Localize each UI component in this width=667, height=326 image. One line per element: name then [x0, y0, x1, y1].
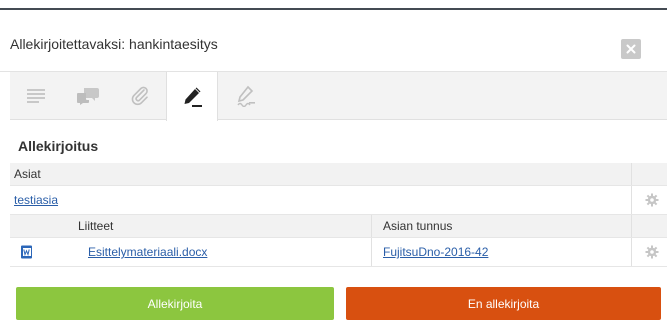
section-title: Allekirjoitus — [18, 138, 99, 154]
close-button[interactable] — [621, 39, 641, 59]
attachments-header-row: Liitteet Asian tunnus — [10, 215, 667, 238]
text-lines-icon — [27, 89, 45, 103]
sign-pen-icon — [184, 87, 202, 107]
table-header-row: Asiat — [10, 163, 667, 186]
tab-text[interactable] — [10, 72, 62, 120]
tab-signed[interactable] — [220, 72, 272, 120]
tab-sign[interactable] — [166, 72, 218, 121]
top-strip — [0, 0, 667, 8]
signed-document-icon — [237, 85, 255, 107]
tab-attachments[interactable] — [114, 72, 166, 120]
gear-icon[interactable] — [645, 245, 659, 259]
close-icon — [626, 44, 636, 54]
cases-header: Asiat — [14, 167, 41, 181]
dialog-header: Allekirjoitettavaksi: hankintaesitys — [0, 10, 667, 72]
column-divider — [631, 163, 632, 185]
sign-button[interactable]: Allekirjoita — [16, 287, 334, 320]
column-divider — [631, 215, 632, 237]
case-link[interactable]: testiasia — [14, 193, 58, 207]
dialog-title: Allekirjoitettavaksi: hankintaesitys — [10, 36, 218, 52]
decline-sign-button[interactable]: En allekirjoita — [346, 287, 661, 320]
case-id-column-header: Asian tunnus — [383, 219, 453, 233]
attachment-file-link[interactable]: Esittelymateriaali.docx — [88, 245, 207, 259]
column-divider — [371, 215, 372, 237]
toolbar — [10, 72, 667, 121]
action-bar: Allekirjoita En allekirjoita — [10, 287, 667, 320]
comments-icon — [77, 88, 99, 105]
case-row: testiasia — [10, 186, 667, 215]
gear-icon[interactable] — [645, 193, 659, 207]
cases-table: Asiat testiasia Liitteet Asian tunnus Es… — [10, 163, 667, 267]
column-divider — [631, 186, 632, 214]
word-document-icon — [21, 245, 32, 259]
column-divider — [631, 238, 632, 266]
column-divider — [371, 238, 372, 266]
attachment-row: Esittelymateriaali.docx FujitsuDno-2016-… — [10, 238, 667, 267]
case-id-link[interactable]: FujitsuDno-2016-42 — [383, 245, 488, 259]
attachments-column-header: Liitteet — [78, 219, 114, 233]
attachment-icon — [131, 86, 148, 106]
tab-comments[interactable] — [62, 72, 114, 120]
